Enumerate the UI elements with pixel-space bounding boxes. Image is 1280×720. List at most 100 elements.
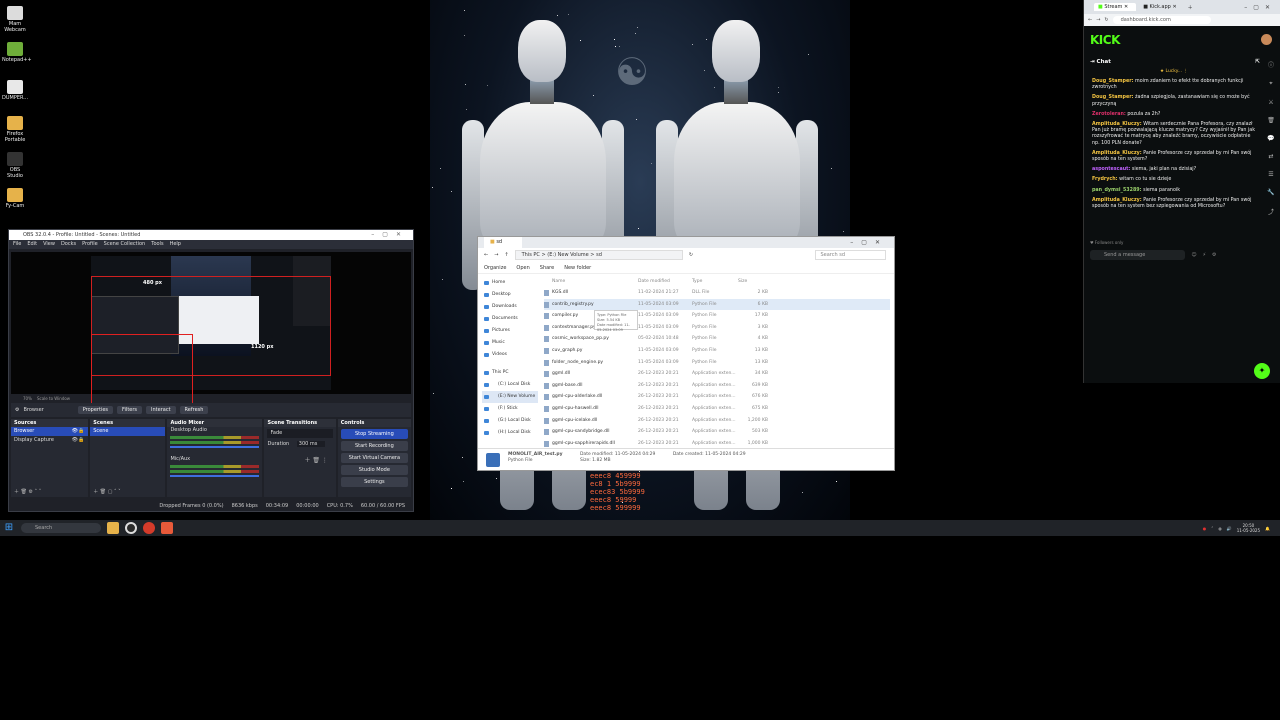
taskbar-search[interactable]: Search bbox=[21, 523, 101, 533]
explorer-toolbar-item[interactable]: Share bbox=[540, 265, 554, 271]
share-icon[interactable]: ⤴ bbox=[1268, 207, 1274, 216]
obs-preview[interactable]: 480 px 1120 px bbox=[11, 252, 411, 410]
forward-icon[interactable]: → bbox=[494, 252, 498, 258]
file-row[interactable]: ggml-cpu-icelake.dll 26-12-2023 20:21 Appl… bbox=[544, 415, 890, 427]
window-controls[interactable]: –▢✕ bbox=[1244, 4, 1276, 11]
desktop-icon[interactable]: OBS Studio bbox=[2, 152, 28, 179]
explorer-toolbar-item[interactable]: New folder bbox=[564, 265, 591, 271]
nav-item[interactable]: Pictures bbox=[482, 325, 538, 337]
browser-taskbar-icon[interactable] bbox=[143, 522, 155, 534]
chat-message[interactable]: pan_dymsi_53289: siema paranoik bbox=[1084, 186, 1264, 196]
chat-username[interactable]: Frydrych: bbox=[1092, 177, 1118, 182]
stop-streaming-button[interactable]: Stop Streaming bbox=[340, 429, 408, 439]
pinned-message[interactable]: ★ Lucky... ⋮ bbox=[1084, 69, 1264, 77]
obs-window[interactable]: OBS 32.0.4 - Profile: Untitled - Scenes:… bbox=[8, 229, 414, 512]
popout-icon[interactable]: ⇱ bbox=[1255, 55, 1260, 69]
browser-window[interactable]: ■ Stream ✕ ■ Kick.app ✕ ＋ –▢✕ ← → ↻ dash… bbox=[1083, 0, 1280, 383]
wrench-icon[interactable]: 🔧 bbox=[1267, 189, 1274, 196]
column-name[interactable]: Name bbox=[544, 277, 638, 287]
chat-username[interactable]: Amplituda_Kluczy: bbox=[1092, 122, 1142, 127]
desktop-icon[interactable]: DUMPER... bbox=[2, 80, 28, 101]
zoom-mode[interactable]: Scale to Window bbox=[37, 396, 70, 401]
file-explorer-taskbar-icon[interactable] bbox=[107, 522, 119, 534]
url-field[interactable]: dashboard.kick.com bbox=[1112, 16, 1211, 24]
file-row[interactable]: KGS.dll 11-02-2024 21:27 DLL File 2 KB bbox=[544, 287, 890, 299]
explorer-toolbar-item[interactable]: Organize bbox=[484, 265, 506, 271]
filters-button[interactable]: Filters bbox=[117, 406, 143, 414]
breadcrumb[interactable]: This PC > (E:) New Volume > sd bbox=[514, 250, 683, 260]
browser-tab-kick[interactable]: ■ Kick.app ✕ bbox=[1139, 3, 1184, 11]
kick-icon[interactable]: ⚡ bbox=[1203, 252, 1207, 258]
chevron-up-icon[interactable]: ˄ bbox=[1211, 526, 1213, 531]
nav-item[interactable]: Desktop bbox=[482, 289, 538, 301]
desktop-icon[interactable]: Notepad++ bbox=[2, 42, 32, 63]
transition-toolbar[interactable]: ＋ 🗑 ⋮ bbox=[304, 455, 327, 464]
reload-icon[interactable]: ↻ bbox=[1104, 17, 1108, 23]
nav-item[interactable]: (H:) Local Disk bbox=[482, 427, 538, 439]
file-row[interactable]: ggml-cpu-alderlake.dll 26-12-2023 20:21 Ap… bbox=[544, 391, 890, 403]
windows-start-icon[interactable]: ⊞ bbox=[3, 522, 15, 534]
sword-icon[interactable]: ⚔ bbox=[1268, 99, 1273, 106]
forward-icon[interactable]: → bbox=[1096, 17, 1100, 23]
scenes-toolbar[interactable]: ＋ 🗑 ▢ ˄ ˅ bbox=[93, 488, 120, 495]
file-row[interactable]: ggml-cpu-sandybridge.dll 26-12-2023 20:21… bbox=[544, 426, 890, 438]
studio-mode-button[interactable]: Studio Mode bbox=[340, 465, 408, 475]
nav-item[interactable]: (F:) Stick bbox=[482, 403, 538, 415]
file-row[interactable]: contrib_registry.py 11-05-2024 03:09 Pytho… bbox=[544, 298, 890, 311]
nav-item[interactable]: This PC bbox=[482, 367, 538, 379]
nav-item[interactable]: Videos bbox=[482, 349, 538, 361]
emoji-icon[interactable]: ☺ bbox=[1191, 252, 1196, 258]
chat-message[interactable]: Amplituda_Kluczy: Panie Profesorze czy s… bbox=[1084, 149, 1264, 165]
chat-username[interactable]: Doug_Stamper: bbox=[1092, 95, 1133, 100]
nav-item[interactable]: (C:) Local Disk bbox=[482, 379, 538, 391]
window-controls[interactable]: –▢✕ bbox=[371, 230, 409, 240]
explorer-tab[interactable]: ■ sd bbox=[484, 237, 523, 248]
chat-username[interactable]: Amplituda_Kluczy: bbox=[1092, 151, 1142, 156]
eye-icon[interactable]: 👁🔒 bbox=[72, 427, 85, 436]
file-row[interactable]: ggml-base.dll 26-12-2023 20:21 Application… bbox=[544, 380, 890, 392]
avatar[interactable] bbox=[1261, 34, 1272, 45]
obs-menu-item[interactable]: View bbox=[43, 240, 55, 249]
chat-icon[interactable]: 💬 bbox=[1267, 135, 1274, 142]
file-row[interactable]: ggml-cpu-haswell.dll 26-12-2023 20:21 Appl… bbox=[544, 403, 890, 415]
file-row[interactable]: ggml.dll 26-12-2023 20:21 Application exte… bbox=[544, 368, 890, 380]
properties-button[interactable]: Properties bbox=[77, 406, 114, 414]
column-date[interactable]: Date modified bbox=[638, 277, 692, 287]
obs-tray-icon[interactable]: ● bbox=[1203, 526, 1207, 531]
pin-icon[interactable]: ⌖ bbox=[1269, 80, 1272, 88]
clock[interactable]: 20:50 11-05-2025 bbox=[1237, 523, 1260, 533]
notification-icon[interactable]: 🔔 bbox=[1265, 526, 1270, 531]
obs-title-bar[interactable]: OBS 32.0.4 - Profile: Untitled - Scenes:… bbox=[9, 230, 413, 240]
window-controls[interactable]: –▢✕ bbox=[850, 237, 888, 248]
nav-item[interactable]: (G:) Local Disk bbox=[482, 415, 538, 427]
volume-icon[interactable]: 🔊 bbox=[1227, 526, 1232, 531]
file-row[interactable]: cosmic_workspace_pp.py 05-02-2024 10:48 Py… bbox=[544, 333, 890, 345]
duration-input[interactable]: 300 ms bbox=[296, 441, 326, 447]
refresh-icon[interactable]: ↻ bbox=[689, 252, 693, 258]
desktop-icon[interactable]: Firefox Portable bbox=[2, 116, 28, 143]
chat-message[interactable]: Doug_Stamper: żadna szpiegjola, zastanaw… bbox=[1084, 93, 1264, 109]
chat-message[interactable]: Amplituda_Kluczy: Witam serdecznie Pana … bbox=[1084, 120, 1264, 149]
refresh-button[interactable]: Refresh bbox=[179, 406, 209, 414]
nav-item[interactable]: (E:) New Volume bbox=[482, 391, 538, 403]
app-taskbar-icon[interactable] bbox=[161, 522, 173, 534]
swap-icon[interactable]: ⇄ bbox=[1268, 153, 1273, 160]
chat-username[interactable]: Doug_Stamper: bbox=[1092, 79, 1133, 84]
interact-button[interactable]: Interact bbox=[146, 406, 176, 414]
obs-menu-item[interactable]: Scene Collection bbox=[104, 240, 146, 249]
chat-username[interactable]: Zerotoleran: bbox=[1092, 112, 1126, 117]
obs-menu-item[interactable]: File bbox=[13, 240, 21, 249]
chat-message[interactable]: Zerotoleran: pozula za 2h? bbox=[1084, 110, 1264, 120]
chat-username[interactable]: aspontescaut: bbox=[1092, 167, 1130, 172]
nav-item[interactable]: Documents bbox=[482, 313, 538, 325]
file-row[interactable]: cuv_graph.py 11-05-2024 03:09 Python File 1… bbox=[544, 345, 890, 357]
column-type[interactable]: Type bbox=[692, 277, 738, 287]
obs-taskbar-icon[interactable] bbox=[125, 522, 137, 534]
sources-toolbar[interactable]: ＋ 🗑 ⚙ ˄ ˅ bbox=[14, 488, 41, 495]
chat-username[interactable]: pan_dymsi_53289: bbox=[1092, 188, 1142, 193]
file-row[interactable]: folder_node_engine.py 11-05-2024 03:09 Pyt… bbox=[544, 357, 890, 369]
back-icon[interactable]: ← bbox=[484, 252, 488, 258]
explorer-toolbar-item[interactable]: Open bbox=[516, 265, 529, 271]
database-icon[interactable]: ☰ bbox=[1268, 171, 1273, 178]
start-virtual-camera-button[interactable]: Start Virtual Camera bbox=[340, 453, 408, 463]
